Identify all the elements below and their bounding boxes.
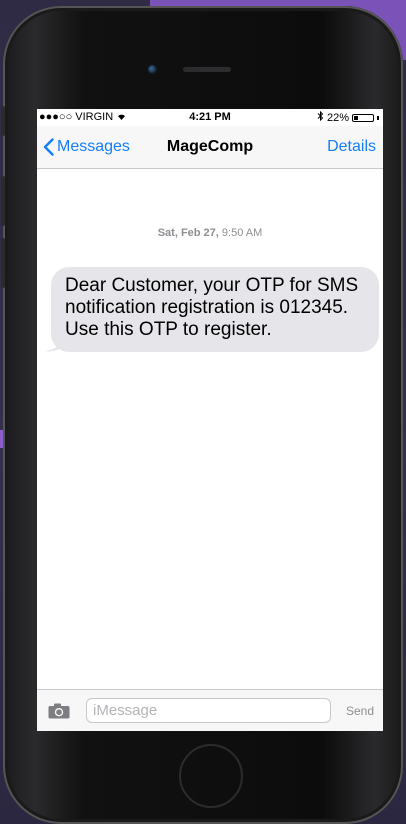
camera-icon[interactable]	[48, 703, 70, 724]
navigation-bar: Messages MageComp Details	[37, 126, 383, 169]
status-right: 22%	[317, 110, 379, 124]
battery-tip	[377, 115, 379, 120]
volume-down-button	[1, 238, 5, 288]
status-bar: ●●●○○ VIRGIN 4:21 PM 22%	[37, 109, 383, 126]
incoming-message[interactable]: Dear Customer, your OTP for SMS notifica…	[45, 267, 379, 352]
send-button[interactable]: Send	[346, 704, 374, 718]
message-list[interactable]: Sat, Feb 27, 9:50 AM Dear Customer, your…	[37, 169, 383, 689]
timestamp-day: Sat, Feb 27,	[157, 227, 219, 239]
battery-percent: 22%	[326, 111, 349, 124]
home-button[interactable]	[179, 744, 243, 808]
phone-screen: ●●●○○ VIRGIN 4:21 PM 22% Messages MageCo…	[37, 109, 383, 731]
earpiece-speaker	[183, 67, 231, 72]
message-timestamp: Sat, Feb 27, 9:50 AM	[37, 227, 383, 239]
details-button[interactable]: Details	[327, 138, 376, 156]
mute-switch	[1, 106, 5, 136]
message-input[interactable]: iMessage	[86, 698, 331, 723]
battery-icon	[352, 113, 374, 122]
battery-fill	[354, 115, 358, 120]
message-bubble: Dear Customer, your OTP for SMS notifica…	[51, 267, 379, 352]
message-input-bar: iMessage Send	[37, 689, 383, 731]
timestamp-time: 9:50 AM	[218, 227, 263, 239]
volume-up-button	[1, 176, 5, 226]
front-camera	[148, 65, 157, 74]
bluetooth-icon	[317, 110, 324, 124]
